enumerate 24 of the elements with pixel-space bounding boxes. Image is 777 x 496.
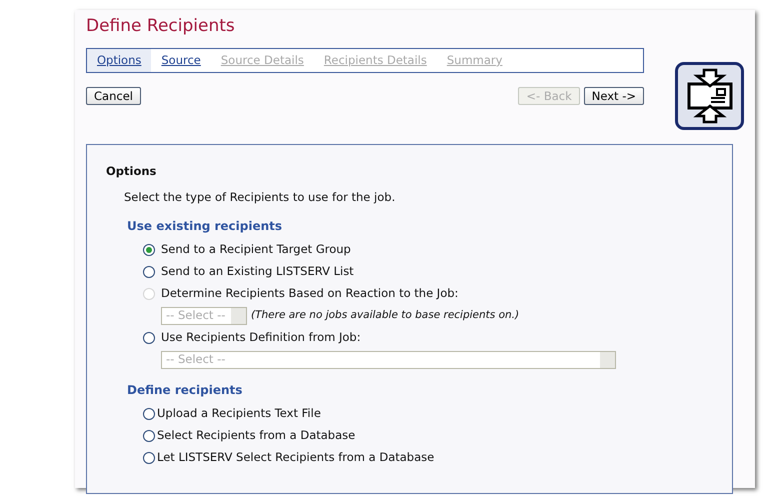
group-heading: Use existing recipients — [127, 218, 284, 234]
option-label: Use Recipients Definition from Job: — [161, 328, 361, 346]
envelope-arrows-icon — [675, 62, 744, 130]
cancel-button[interactable]: Cancel — [86, 87, 141, 105]
radio-button[interactable] — [143, 266, 155, 278]
tab[interactable]: Source — [151, 49, 211, 72]
section-heading: Options — [106, 163, 158, 180]
instruction-text: Select the type of Recipients to use for the job. — [124, 189, 396, 206]
radio-button[interactable] — [143, 244, 155, 256]
option-label: Send to a Recipient Target Group — [161, 240, 351, 258]
radio-button[interactable] — [143, 332, 155, 344]
option-label: Determine Recipients Based on Reaction to the Job: — [161, 284, 458, 302]
tab[interactable]: Options — [87, 49, 152, 72]
radio-button[interactable] — [143, 408, 155, 420]
option-label: Upload a Recipients Text File — [157, 404, 321, 422]
page-title: Define Recipients — [86, 16, 236, 36]
next-button[interactable]: Next -> — [584, 87, 644, 105]
option-label: Send to an Existing LISTSERV List — [161, 262, 354, 280]
radio-button[interactable] — [143, 430, 155, 442]
option-label: Select Recipients from a Database — [157, 426, 356, 444]
group-heading: Define recipients — [127, 382, 244, 398]
radio-button[interactable] — [143, 452, 155, 464]
hint-text: (There are no jobs available to base recipients on.) — [251, 308, 520, 323]
option-label: Let LISTSERV Select Recipients from a Database — [157, 448, 434, 466]
